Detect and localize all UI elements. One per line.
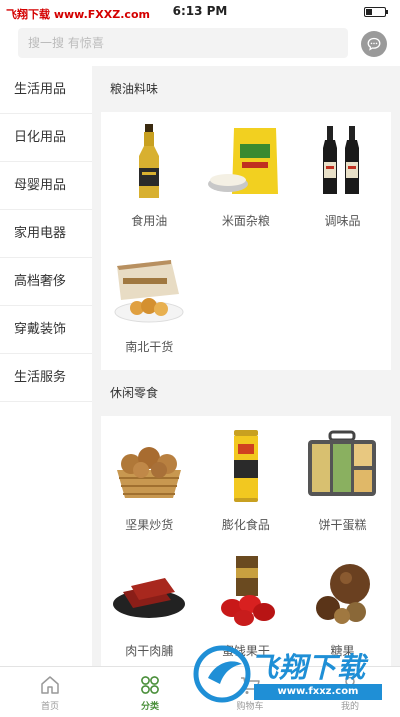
sidebar-item-appliances[interactable]: 家用电器 xyxy=(0,210,92,258)
category-item-label: 食用油 xyxy=(131,214,168,228)
oil-bottle-icon xyxy=(109,122,189,202)
search-input[interactable]: 搜一搜 有惊喜 xyxy=(18,28,348,58)
sidebar-item-household-chemicals[interactable]: 日化用品 xyxy=(0,114,92,162)
snack-can-icon xyxy=(206,426,286,506)
category-content: 粮油料味 食用油 米面杂粮 调味品 南北干货 休闲零食 坚果炒货 膨化食品 饼干… xyxy=(92,66,400,666)
watermark-logo-icon xyxy=(193,645,251,703)
category-panel: 坚果炒货 膨化食品 饼干蛋糕 肉干肉脯 蜜饯果干 糖果 xyxy=(101,416,391,666)
battery-level xyxy=(366,9,372,15)
category-item-label: 肉干肉脯 xyxy=(125,644,174,658)
dried-goods-icon xyxy=(109,248,189,328)
rice-bag-icon xyxy=(206,122,286,202)
biscuit-box-icon xyxy=(302,426,382,506)
category-item-label: 调味品 xyxy=(324,214,361,228)
sidebar-item-daily-goods[interactable]: 生活用品 xyxy=(0,66,92,114)
sidebar-item-life-services[interactable]: 生活服务 xyxy=(0,354,92,402)
category-item[interactable]: 南北干货 xyxy=(101,244,198,370)
category-item[interactable]: 米面杂粮 xyxy=(198,118,295,244)
sidebar-item-luxury[interactable]: 高档奢侈 xyxy=(0,258,92,306)
category-item[interactable]: 调味品 xyxy=(294,118,391,244)
sidebar-item-accessories[interactable]: 穿戴装饰 xyxy=(0,306,92,354)
home-icon xyxy=(41,676,59,694)
section-title: 粮油料味 xyxy=(110,82,159,96)
category-item[interactable]: 食用油 xyxy=(101,118,198,244)
category-item-label: 南北干货 xyxy=(125,340,174,354)
category-panel: 食用油 米面杂粮 调味品 南北干货 xyxy=(101,112,391,370)
status-bar: 飞翔下载 www.FXXZ.com 6:13 PM xyxy=(0,0,400,22)
chat-bubble-icon xyxy=(367,37,381,51)
category-sidebar: 生活用品 日化用品 母婴用品 家用电器 高档奢侈 穿戴装饰 生活服务 xyxy=(0,66,92,666)
dates-icon xyxy=(206,552,286,632)
tab-category[interactable]: 分类 xyxy=(100,667,200,717)
watermark-text: 飞翔下载 xyxy=(250,651,367,684)
battery-icon xyxy=(364,7,388,17)
category-item[interactable]: 膨化食品 xyxy=(198,422,295,548)
category-item-label: 米面杂粮 xyxy=(221,214,270,228)
category-item[interactable]: 坚果炒货 xyxy=(101,422,198,548)
category-item[interactable]: 饼干蛋糕 xyxy=(294,422,391,548)
message-button[interactable] xyxy=(361,31,387,57)
status-time: 6:13 PM xyxy=(172,4,228,18)
sidebar-item-maternal-baby[interactable]: 母婴用品 xyxy=(0,162,92,210)
section-title: 休闲零食 xyxy=(110,386,159,400)
category-icon xyxy=(141,676,159,694)
tab-label: 分类 xyxy=(140,702,159,712)
tab-label: 首页 xyxy=(40,702,59,712)
search-header: 搜一搜 有惊喜 xyxy=(0,22,400,66)
walnut-basket-icon xyxy=(109,426,189,506)
jerky-icon xyxy=(109,552,189,632)
chocolate-icon xyxy=(302,552,382,632)
sauce-bottles-icon xyxy=(302,122,382,202)
category-item-label: 坚果炒货 xyxy=(125,518,174,532)
category-item[interactable]: 肉干肉脯 xyxy=(101,548,198,666)
watermark-logo: 飞翔下载 www.fxxz.com xyxy=(192,640,396,706)
category-item-label: 膨化食品 xyxy=(221,518,270,532)
tab-home[interactable]: 首页 xyxy=(0,667,100,717)
category-item-label: 饼干蛋糕 xyxy=(318,518,367,532)
watermark-url: www.fxxz.com xyxy=(254,684,382,700)
